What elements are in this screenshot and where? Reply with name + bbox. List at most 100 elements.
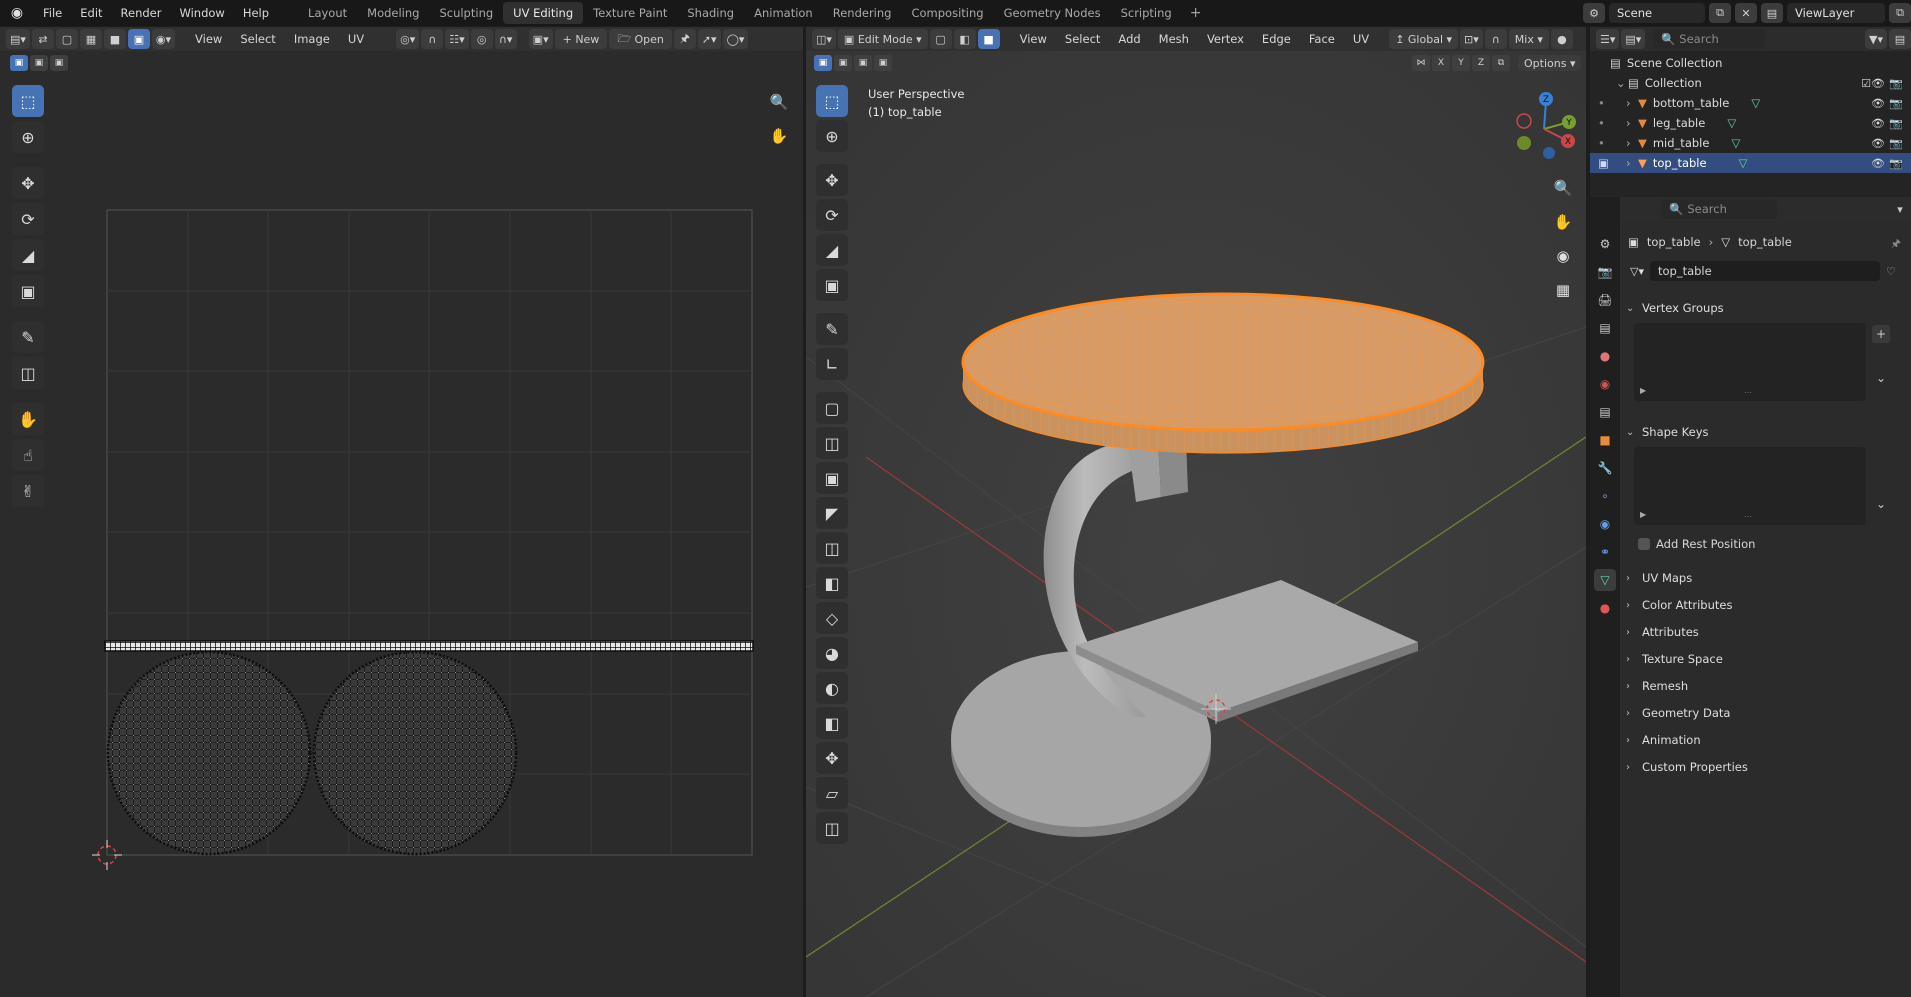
falloff-icon[interactable]: ∩▾ (494, 29, 517, 49)
proportional-edit-icon[interactable]: ◎ (470, 29, 493, 49)
uv-select-mode-face-icon[interactable]: ■ (103, 29, 126, 49)
tab-texture-paint[interactable]: Texture Paint (583, 2, 677, 24)
face-select-icon[interactable]: ■ (977, 29, 1000, 49)
shape-keys-list[interactable]: ▶ ⋯ (1634, 447, 1866, 525)
pin-properties-icon[interactable]: 🖈 (1891, 235, 1901, 254)
animation-header[interactable]: › Animation (1626, 727, 1906, 753)
vp-select-new-icon[interactable]: ▣ (814, 55, 832, 71)
collection-visibility-icon[interactable]: 👁 (1871, 77, 1885, 90)
uv-island-disc-1[interactable] (100, 647, 320, 867)
vp-move-icon[interactable]: ✥ (816, 164, 848, 196)
options-dropdown[interactable]: Options ▾ (1518, 55, 1582, 71)
vp-menu-edge[interactable]: Edge (1254, 32, 1299, 46)
render-icon[interactable]: 📷 (1889, 117, 1903, 130)
particles-tab-icon[interactable]: ∘ (1594, 485, 1616, 507)
uv-select-mode-island-icon[interactable]: ▣ (127, 29, 150, 49)
navigation-gizmo[interactable]: Z Y X (1506, 89, 1582, 169)
tab-compositing[interactable]: Compositing (901, 2, 993, 24)
smooth-icon[interactable]: ◐ (816, 672, 848, 704)
list-expand-icon[interactable]: ▶ (1640, 510, 1646, 519)
tab-geometry-nodes[interactable]: Geometry Nodes (994, 2, 1111, 24)
poly-build-icon[interactable]: ◇ (816, 602, 848, 634)
properties-options-icon[interactable]: ▾ (1889, 199, 1911, 219)
render-icon[interactable]: 📷 (1889, 137, 1903, 150)
vp-menu-uv[interactable]: UV (1345, 32, 1377, 46)
uv-island-strip[interactable] (104, 640, 754, 652)
physics-tab-icon[interactable]: ◉ (1594, 513, 1616, 535)
mesh-browse-icon[interactable]: ▽▾ (1630, 265, 1644, 278)
display-mode-icon[interactable]: ▤▾ (1621, 29, 1646, 49)
scene-icon[interactable]: ⚙ (1583, 3, 1605, 23)
tab-shading[interactable]: Shading (677, 2, 744, 24)
color-attributes-header[interactable]: › Color Attributes (1626, 592, 1906, 618)
collection-render-icon[interactable]: 📷 (1889, 77, 1903, 90)
object-tab-icon[interactable]: ■ (1594, 429, 1616, 451)
shape-keys-header[interactable]: ⌄ Shape Keys (1626, 419, 1906, 445)
visibility-icon[interactable]: 👁 (1871, 137, 1885, 150)
mix-selector[interactable]: Mix ▾ (1508, 29, 1549, 49)
texture-space-header[interactable]: › Texture Space (1626, 646, 1906, 672)
collection-row[interactable]: ⌄ ▤ Collection ☑ 👁 📷 (1590, 73, 1911, 93)
constraints-tab-icon[interactable]: ⚭ (1594, 541, 1616, 563)
modifier-tab-icon[interactable]: 🔧 (1594, 457, 1616, 479)
add-workspace-icon[interactable]: + (1182, 5, 1210, 21)
visibility-icon[interactable]: 👁 (1871, 157, 1885, 170)
vp-annotate-icon[interactable]: ✎ (816, 313, 848, 345)
edit-dot-icon[interactable]: • (1598, 116, 1626, 130)
orientation-selector[interactable]: ↥ Global ▾ (1389, 29, 1459, 49)
vp-select-invert-icon[interactable]: ▣ (874, 55, 892, 71)
uv-menu-select[interactable]: Select (232, 32, 283, 46)
vp-transform-icon[interactable]: ▣ (816, 269, 848, 301)
add-rest-position-checkbox[interactable] (1638, 538, 1650, 550)
mirror-y-toggle[interactable]: Y (1452, 55, 1470, 71)
spin-icon[interactable]: ◕ (816, 637, 848, 669)
expand-chevron-icon[interactable]: › (1626, 116, 1638, 130)
render-icon[interactable]: 📷 (1889, 97, 1903, 110)
mirror-icon[interactable]: ⋈ (1412, 55, 1430, 71)
visibility-icon[interactable]: 👁 (1871, 97, 1885, 110)
view-layer-selector[interactable]: ViewLayer (1787, 3, 1885, 23)
output-tab-icon[interactable]: 🖨 (1594, 289, 1616, 311)
uv-menu-view[interactable]: View (187, 32, 230, 46)
fake-user-icon[interactable]: ♡ (1886, 265, 1896, 278)
gizmo-icon[interactable]: ➚▾ (697, 29, 721, 49)
pivot-point-icon[interactable]: ⊡▾ (1460, 29, 1483, 49)
list-expand-icon[interactable]: ▶ (1640, 386, 1646, 395)
render-icon[interactable]: 📷 (1889, 157, 1903, 170)
shape-key-specials-icon[interactable]: ⌄ (1872, 495, 1890, 513)
uv-select-mode-vertex-icon[interactable]: ▢ (55, 29, 78, 49)
ortho-toggle-icon[interactable]: ▦ (1550, 277, 1576, 303)
vp-measure-icon[interactable]: ∟ (816, 348, 848, 380)
vp-menu-add[interactable]: Add (1110, 32, 1148, 46)
outliner-row-mid-table[interactable]: • › ▼ mid_table ▽ 👁 📷 (1590, 133, 1911, 153)
vp-select-subtract-icon[interactable]: ▣ (854, 55, 872, 71)
mesh-data-icon[interactable]: ▽ (1751, 96, 1760, 110)
new-view-layer-icon[interactable]: ⧉ (1889, 3, 1911, 23)
menu-help[interactable]: Help (234, 6, 278, 20)
uv-editor-panel[interactable]: ▤▾ ⇄ ▢ ▦ ■ ▣ ◉▾ View Select Image UV ◎▾ … (0, 27, 803, 997)
shrink-fatten-icon[interactable]: ✥ (816, 742, 848, 774)
vp-menu-select[interactable]: Select (1057, 32, 1108, 46)
uv-island-disc-2[interactable] (305, 647, 525, 867)
vertex-select-icon[interactable]: ▢ (929, 29, 952, 49)
list-resize-handle[interactable]: ⋯ (1744, 512, 1752, 521)
tab-animation[interactable]: Animation (744, 2, 823, 24)
outliner-editor-type-icon[interactable]: ☰▾ (1596, 29, 1620, 49)
tab-layout[interactable]: Layout (298, 2, 357, 24)
menu-render[interactable]: Render (112, 6, 171, 20)
mesh-name-field[interactable]: top_table (1649, 261, 1880, 281)
mode-selector[interactable]: ▣ Edit Mode ▾ (837, 29, 928, 49)
remesh-header[interactable]: › Remesh (1626, 673, 1906, 699)
vp-menu-view[interactable]: View (1012, 32, 1055, 46)
vp-menu-mesh[interactable]: Mesh (1151, 32, 1197, 46)
vp-pan-hand-icon[interactable]: ✋ (1550, 209, 1576, 235)
open-image-button[interactable]: 🗁 Open (609, 29, 672, 49)
visibility-icon[interactable]: 👁 (1871, 117, 1885, 130)
geometry-data-header[interactable]: › Geometry Data (1626, 700, 1906, 726)
remove-scene-icon[interactable]: ✕ (1735, 3, 1757, 23)
knife-icon[interactable]: ◧ (816, 567, 848, 599)
tool-tab-icon[interactable]: ⚙ (1594, 233, 1616, 255)
editor-type-icon[interactable]: ▤▾ (6, 29, 30, 49)
mirror-z-toggle[interactable]: Z (1472, 55, 1490, 71)
rip-region-icon[interactable]: ◫ (816, 812, 848, 844)
